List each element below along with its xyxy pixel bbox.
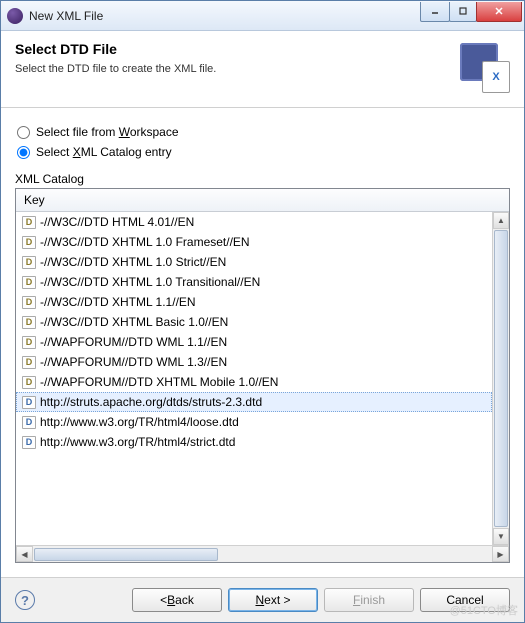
list-body[interactable]: D -//W3C//DTD HTML 4.01//EN D -//W3C//DTD X…: [16, 212, 492, 545]
list-item[interactable]: Dhttp://www.w3.org/TR/html4/loose.dtd: [16, 412, 492, 432]
list-item-label: -//WAPFORUM//DTD XHTML Mobile 1.0//EN: [40, 375, 278, 389]
scroll-right-icon[interactable]: ▶: [492, 546, 509, 562]
list-item[interactable]: D -//W3C//DTD HTML 4.01//EN: [16, 212, 492, 232]
minimize-button[interactable]: [420, 2, 450, 22]
close-button[interactable]: [476, 2, 522, 22]
dtd-icon: D: [22, 376, 36, 389]
dtd-icon: D: [22, 316, 36, 329]
column-header-key[interactable]: Key: [16, 189, 509, 212]
back-button[interactable]: < Back: [132, 588, 222, 612]
list-item-label: -//W3C//DTD XHTML 1.0 Transitional//EN: [40, 275, 260, 289]
dtd-icon: D: [22, 276, 36, 289]
scroll-down-icon[interactable]: ▼: [493, 528, 509, 545]
radio-catalog-input[interactable]: [17, 146, 30, 159]
radio-workspace[interactable]: Select file from Workspace: [15, 125, 510, 139]
list-item[interactable]: D -//W3C//DTD XHTML Basic 1.0//EN: [16, 312, 492, 332]
list-item-label: -//WAPFORUM//DTD WML 1.1//EN: [40, 335, 227, 349]
list-item-label: -//W3C//DTD XHTML 1.1//EN: [40, 295, 196, 309]
content-area: Select file from Workspace Select XML Ca…: [1, 108, 524, 577]
horizontal-scrollbar[interactable]: ◀ ▶: [16, 545, 509, 562]
list-item-label: http://www.w3.org/TR/html4/strict.dtd: [40, 435, 235, 449]
title-bar[interactable]: New XML File: [1, 1, 524, 31]
list-item[interactable]: D -//W3C//DTD XHTML 1.0 Transitional//EN: [16, 272, 492, 292]
dialog-window: New XML File Select DTD File Select the …: [0, 0, 525, 623]
maximize-button[interactable]: [449, 2, 477, 22]
scroll-left-icon[interactable]: ◀: [16, 546, 33, 562]
button-bar: ? < Back Next > Finish Cancel: [1, 577, 524, 622]
dtd-icon: D: [22, 256, 36, 269]
scroll-up-icon[interactable]: ▲: [493, 212, 509, 229]
wizard-icon: X: [458, 41, 510, 93]
dtd-icon: D: [22, 296, 36, 309]
banner: Select DTD File Select the DTD file to c…: [1, 31, 524, 108]
list-item[interactable]: D -//WAPFORUM//DTD WML 1.3//EN: [16, 352, 492, 372]
dtd-icon: D: [22, 236, 36, 249]
list-item-label: http://struts.apache.org/dtds/struts-2.3…: [40, 395, 262, 409]
cancel-button[interactable]: Cancel: [420, 588, 510, 612]
list-item-label: -//W3C//DTD XHTML 1.0 Strict//EN: [40, 255, 226, 269]
dtd-icon: D: [22, 396, 36, 409]
vertical-scrollbar[interactable]: ▲ ▼: [492, 212, 509, 545]
finish-button: Finish: [324, 588, 414, 612]
list-item-label: -//W3C//DTD XHTML 1.0 Frameset//EN: [40, 235, 250, 249]
radio-workspace-label: Select file from Workspace: [36, 125, 179, 139]
list-item[interactable]: Dhttp://struts.apache.org/dtds/struts-2.…: [16, 392, 492, 412]
radio-catalog[interactable]: Select XML Catalog entry: [15, 145, 510, 159]
dtd-icon: D: [22, 436, 36, 449]
window-title: New XML File: [29, 9, 421, 23]
list-item[interactable]: D -//WAPFORUM//DTD WML 1.1//EN: [16, 332, 492, 352]
list-item-label: http://www.w3.org/TR/html4/loose.dtd: [40, 415, 239, 429]
window-control-group: [421, 2, 522, 22]
catalog-group-label: XML Catalog: [15, 172, 510, 186]
list-item-label: -//W3C//DTD XHTML Basic 1.0//EN: [40, 315, 228, 329]
next-button[interactable]: Next >: [228, 588, 318, 612]
scroll-thumb-vertical[interactable]: [494, 230, 508, 527]
app-icon: [7, 8, 23, 24]
radio-workspace-input[interactable]: [17, 126, 30, 139]
page-title: Select DTD File: [15, 41, 458, 57]
list-item[interactable]: D -//W3C//DTD XHTML 1.0 Frameset//EN: [16, 232, 492, 252]
list-item[interactable]: D -//W3C//DTD XHTML 1.0 Strict//EN: [16, 252, 492, 272]
radio-catalog-label: Select XML Catalog entry: [36, 145, 172, 159]
dtd-icon: D: [22, 356, 36, 369]
help-icon[interactable]: ?: [15, 590, 35, 610]
dtd-icon: D: [22, 416, 36, 429]
page-description: Select the DTD file to create the XML fi…: [15, 63, 458, 75]
catalog-list: Key D -//W3C//DTD HTML 4.01//EN D -//W3C//D…: [15, 188, 510, 563]
dtd-icon: D: [22, 336, 36, 349]
list-item-label: -//W3C//DTD HTML 4.01//EN: [40, 215, 194, 229]
list-item[interactable]: Dhttp://www.w3.org/TR/html4/strict.dtd: [16, 432, 492, 452]
xml-doc-icon: X: [482, 61, 510, 93]
dtd-icon: D: [22, 216, 36, 229]
list-item[interactable]: D -//WAPFORUM//DTD XHTML Mobile 1.0//EN: [16, 372, 492, 392]
list-item-label: -//WAPFORUM//DTD WML 1.3//EN: [40, 355, 227, 369]
scroll-thumb-horizontal[interactable]: [34, 548, 218, 561]
list-item[interactable]: D -//W3C//DTD XHTML 1.1//EN: [16, 292, 492, 312]
